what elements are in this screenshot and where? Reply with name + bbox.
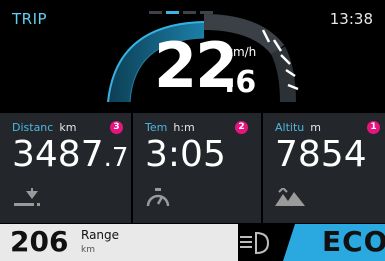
tile-value-decimal: .7: [103, 143, 129, 173]
tile-value: 7854: [275, 137, 367, 176]
tile-label: Tem h:m: [145, 121, 195, 134]
tile-distance[interactable]: Distanc km 3 3487.7: [0, 113, 131, 223]
tile-altitude[interactable]: Altitu m 1 7854: [263, 113, 385, 223]
speed-panel: TRIP 13:38 22 .6 km/h: [0, 0, 385, 112]
tile-label-text: Altitu: [275, 121, 305, 134]
tile-unit: km: [59, 121, 77, 134]
tile-label-text: Tem: [145, 121, 168, 134]
low-beam-headlight-icon: [240, 231, 270, 255]
range-label: Range: [81, 228, 120, 242]
bottom-bar: 206 Range km ECO: [0, 224, 385, 261]
mode-title: TRIP: [12, 10, 48, 28]
tile-value: 3487.7: [12, 137, 128, 176]
tile-value-main: 3487: [12, 134, 104, 175]
tile-unit: h:m: [173, 121, 195, 134]
mountain-icon: [275, 188, 305, 206]
tile-time[interactable]: Tem h:m 2 3:05: [133, 113, 261, 223]
speed-decimal: .6: [224, 65, 257, 100]
range-value: 206: [10, 225, 69, 258]
tile-label-text: Distanc: [12, 121, 54, 134]
stopwatch-icon: [146, 188, 170, 207]
tile-badge: 2: [235, 121, 248, 134]
tile-value-main: 3:05: [145, 134, 226, 175]
tile-badge: 1: [367, 121, 380, 134]
range-panel: 206 Range km: [0, 224, 238, 261]
road-distance-icon: [14, 188, 40, 206]
tile-value: 3:05: [145, 137, 226, 176]
clock: 13:38: [329, 10, 373, 28]
range-unit: km: [81, 245, 95, 255]
ride-mode-label[interactable]: ECO: [322, 226, 385, 258]
tile-label: Distanc km: [12, 121, 76, 134]
tile-badge: 3: [110, 121, 123, 134]
tile-label: Altitu m: [275, 121, 321, 134]
speed-unit: km/h: [226, 45, 257, 59]
tile-unit: m: [310, 121, 321, 134]
tile-value-main: 7854: [275, 134, 367, 175]
